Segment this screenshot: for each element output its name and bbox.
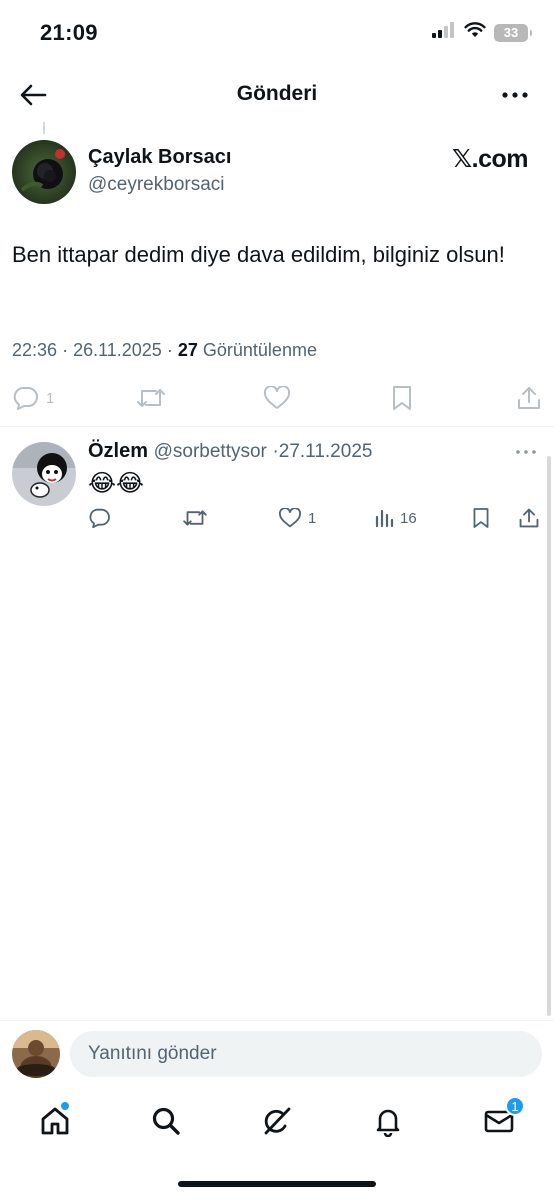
signal-icon <box>432 22 456 43</box>
post-date: 26.11.2025 <box>73 340 162 360</box>
views-count: 27 <box>177 340 198 360</box>
repost-button[interactable] <box>136 380 166 416</box>
author-handle[interactable]: @ceyrekborsaci <box>88 174 225 196</box>
reply-comment-button[interactable] <box>88 502 110 534</box>
repost-icon <box>137 389 165 407</box>
meta-separator: · <box>166 340 178 360</box>
post-text: Ben ittapar dedim diye dava edildim, bil… <box>12 242 505 267</box>
divider <box>0 426 554 427</box>
more-horizontal-icon <box>516 450 536 454</box>
home-notification-dot <box>61 1102 69 1110</box>
bookmark-button[interactable] <box>391 380 413 416</box>
reply-count: 1 <box>46 389 55 407</box>
search-icon <box>152 1107 180 1135</box>
reply-more-button[interactable] <box>514 444 538 460</box>
author-name[interactable]: Çaylak Borsacı <box>88 146 231 169</box>
reply-share-button[interactable] <box>518 502 540 534</box>
battery-icon: 33 <box>494 23 532 42</box>
bookmark-icon <box>473 508 489 528</box>
nav-notifications[interactable] <box>366 1098 410 1144</box>
thread-connector-line <box>43 122 45 134</box>
my-avatar[interactable] <box>12 1030 60 1078</box>
reply-header: Özlem @sorbettysor ·27.11.2025 <box>88 440 372 463</box>
reply-date[interactable]: 27.11.2025 <box>279 441 373 462</box>
bell-icon <box>376 1109 400 1137</box>
reply-author-name[interactable]: Özlem <box>88 440 148 462</box>
top-bar: Gönderi <box>0 70 554 120</box>
reply-bookmark-button[interactable] <box>472 502 490 534</box>
post-time: 22:36 <box>12 340 58 360</box>
heart-icon <box>263 386 291 409</box>
more-options-button[interactable] <box>498 80 532 110</box>
share-button[interactable] <box>516 380 542 416</box>
heart-icon <box>279 508 301 528</box>
reply-view-count: 16 <box>400 509 417 527</box>
reply-repost-button[interactable] <box>182 502 208 534</box>
reply-input[interactable] <box>70 1031 542 1077</box>
status-time: 21:09 <box>40 20 98 45</box>
reply-action-bar: 1 16 <box>0 502 554 534</box>
reply-author-avatar[interactable] <box>12 442 76 506</box>
reply-button[interactable]: 1 <box>12 380 54 416</box>
status-icons: 33 <box>432 22 532 43</box>
messages-badge: 1 <box>505 1096 525 1116</box>
source-badge: 𝕏.com <box>452 145 529 173</box>
nav-grok[interactable] <box>255 1098 299 1144</box>
comment-icon <box>13 387 38 410</box>
share-icon <box>519 508 539 528</box>
author-avatar[interactable] <box>12 140 76 204</box>
nav-search[interactable] <box>144 1098 188 1144</box>
nav-home[interactable] <box>33 1098 77 1144</box>
repost-icon <box>183 510 207 526</box>
reply-author-handle[interactable]: @sorbettysor <box>154 441 267 462</box>
more-horizontal-icon <box>502 92 528 98</box>
scrollbar[interactable] <box>547 456 551 1016</box>
reply-like-count: 1 <box>308 509 317 527</box>
status-bar: 21:09 33 <box>0 0 554 64</box>
reply-views-button[interactable]: 16 <box>374 502 417 534</box>
nav-messages[interactable]: 1 <box>477 1096 525 1144</box>
grok-icon <box>264 1107 291 1135</box>
like-button[interactable] <box>263 380 291 416</box>
post-meta: 22:36 · 26.11.2025 · 27 Görüntülenme <box>12 340 317 361</box>
bookmark-icon <box>393 386 411 410</box>
bottom-nav: 1 <box>0 1096 554 1148</box>
post-action-bar: 1 <box>0 380 554 416</box>
analytics-icon <box>375 509 394 528</box>
share-icon <box>518 387 540 409</box>
page-title: Gönderi <box>236 82 318 105</box>
meta-separator: · <box>62 340 74 360</box>
views-label[interactable]: Görüntülenme <box>203 340 317 360</box>
divider <box>0 1020 554 1021</box>
comment-icon <box>89 508 110 528</box>
wifi-icon <box>464 22 486 43</box>
reply-text: 😂😂 <box>88 470 145 497</box>
reply-like-button[interactable]: 1 <box>278 502 316 534</box>
home-indicator <box>178 1181 376 1187</box>
